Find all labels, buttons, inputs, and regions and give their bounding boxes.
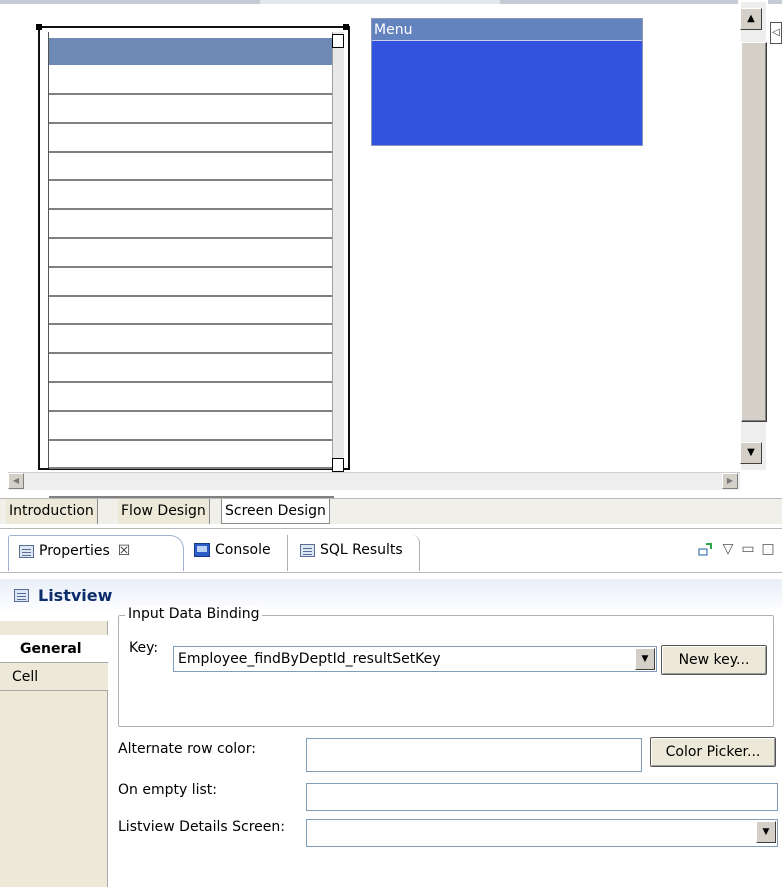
listview-header-row (49, 38, 334, 65)
menu-widget[interactable]: Menu (371, 18, 643, 146)
listview-widget[interactable] (38, 26, 350, 498)
console-icon (194, 543, 210, 557)
alternate-row-color-field[interactable] (306, 738, 642, 772)
listview-row-divider (49, 381, 334, 383)
properties-title: Listview (38, 586, 113, 605)
editor-tab-bar: Introduction Flow Design Screen Design (0, 498, 782, 524)
listview-row-divider (49, 179, 334, 182)
on-empty-list-field[interactable] (306, 783, 778, 811)
key-combo-value: Employee_findByDeptId_resultSetKey (178, 651, 441, 667)
view-tab-bar: Properties ☒ Console SQL Results ▽ ▭ □ (0, 529, 782, 573)
scroll-up-arrow-icon[interactable]: ▲ (740, 8, 762, 30)
tab-properties[interactable]: Properties ☒ (8, 535, 184, 571)
listview-row-divider (49, 121, 334, 124)
dropdown-arrow-icon[interactable]: ▼ (635, 648, 655, 670)
tab-properties-label: Properties (39, 543, 110, 559)
screen-design-canvas[interactable]: Menu ▲ ▼ ◁ ◀ ▶ (0, 0, 782, 498)
properties-header: Listview (0, 579, 782, 613)
tab-sql-results-label: SQL Results (320, 542, 403, 558)
listview-body (48, 32, 334, 498)
listview-row-divider (49, 409, 334, 412)
listview-details-screen-label: Listview Details Screen: (118, 819, 285, 835)
input-data-binding-group: Input Data Binding Key: Employee_findByD… (118, 606, 774, 727)
input-data-binding-label: Input Data Binding (125, 606, 263, 622)
listview-row-divider (49, 208, 334, 211)
minimize-icon[interactable]: ▭ (740, 541, 756, 557)
resize-handle-top-right[interactable] (343, 24, 349, 30)
properties-side-tabs: General Cell (0, 621, 109, 887)
properties-view: Properties ☒ Console SQL Results ▽ ▭ □ Li… (0, 528, 782, 887)
tab-sql-results[interactable]: SQL Results (294, 535, 420, 571)
palette-toggle-icon[interactable]: ◁ (770, 22, 782, 44)
pin-icon[interactable] (698, 541, 714, 557)
canvas-vertical-scrollbar[interactable]: ▲ ▼ (738, 0, 768, 472)
canvas-horizontal-scrollbar[interactable]: ◀ ▶ (8, 472, 740, 490)
canvas-top-highlight (260, 0, 500, 4)
scroll-left-arrow-icon[interactable]: ◀ (8, 473, 24, 489)
new-key-button[interactable]: New key... (661, 645, 767, 675)
listview-row-divider (49, 438, 334, 441)
maximize-icon[interactable]: □ (760, 541, 776, 557)
listview-row-divider (49, 467, 334, 470)
tab-introduction[interactable]: Introduction (6, 499, 98, 524)
resize-handle-top-left[interactable] (36, 24, 42, 30)
tab-screen-design[interactable]: Screen Design (221, 499, 330, 524)
scroll-right-arrow-icon[interactable]: ▶ (722, 473, 738, 489)
listview-row-divider (49, 323, 334, 326)
scroll-down-arrow-icon[interactable]: ▼ (740, 442, 762, 464)
key-combo[interactable]: Employee_findByDeptId_resultSetKey ▼ (173, 646, 657, 672)
properties-icon (19, 544, 34, 558)
key-label: Key: (129, 640, 159, 656)
tab-console[interactable]: Console (188, 535, 288, 571)
menu-widget-title: Menu (372, 19, 642, 41)
side-tab-general[interactable]: General (0, 635, 109, 663)
alternate-row-color-label: Alternate row color: (118, 741, 256, 757)
sql-results-icon (300, 543, 315, 557)
resize-handle-right-top[interactable] (332, 34, 344, 48)
color-picker-button[interactable]: Color Picker... (650, 737, 776, 767)
listview-row-divider (49, 237, 334, 239)
listview-row-divider (49, 150, 334, 153)
listview-icon (14, 589, 29, 602)
on-empty-list-label: On empty list: (118, 782, 217, 798)
listview-row-divider (49, 352, 334, 355)
tab-console-label: Console (215, 542, 271, 558)
dropdown-arrow-icon[interactable]: ▼ (756, 821, 776, 843)
vertical-scroll-thumb[interactable] (741, 42, 767, 422)
listview-scrollbar[interactable] (332, 32, 344, 468)
view-menu-icon[interactable]: ▽ (720, 541, 736, 557)
close-icon[interactable]: ☒ (118, 543, 131, 559)
side-tab-cell[interactable]: Cell (0, 663, 108, 691)
listview-row-divider (49, 93, 334, 95)
resize-handle-right-bottom[interactable] (332, 458, 344, 472)
listview-row-divider (49, 294, 334, 297)
listview-details-screen-combo[interactable]: ▼ (306, 819, 778, 847)
tab-flow-design[interactable]: Flow Design (118, 499, 210, 524)
vertical-scroll-track[interactable] (740, 2, 767, 470)
listview-row-divider (49, 265, 334, 268)
